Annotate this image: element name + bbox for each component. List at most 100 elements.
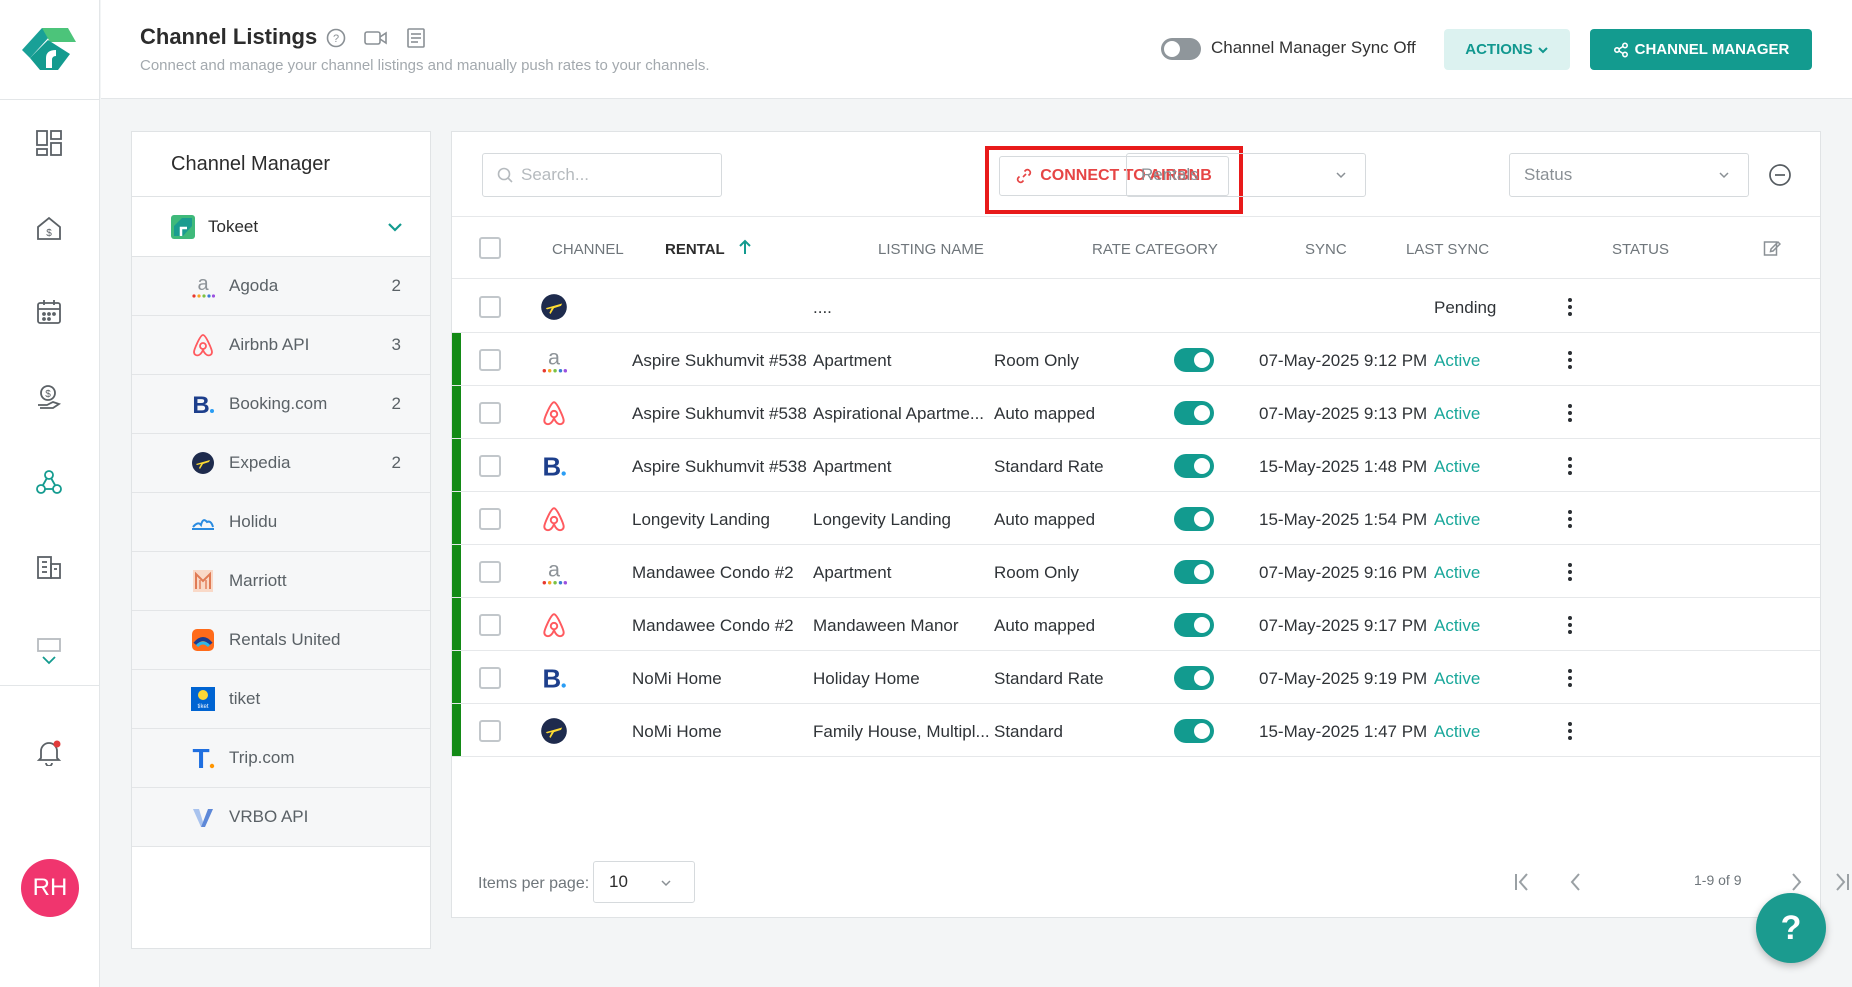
sync-toggle[interactable] <box>1174 400 1214 425</box>
row-menu-kebab-icon[interactable] <box>1562 346 1578 374</box>
status-cell: Active <box>1434 668 1481 688</box>
sort-arrow-up-icon[interactable] <box>738 239 752 255</box>
channels-icon[interactable] <box>33 466 65 498</box>
sidebar-item-rentals-united[interactable]: Rentals United <box>132 611 430 670</box>
column-header-listing-name[interactable]: LISTING NAME <box>878 241 984 258</box>
last-page-icon[interactable] <box>1827 868 1852 896</box>
airbnb-icon <box>539 610 569 640</box>
column-header-last-sync[interactable]: LAST SYNC <box>1406 241 1489 258</box>
row-checkbox[interactable] <box>479 401 501 424</box>
channel-name: Booking.com <box>229 394 328 413</box>
svg-text:B: B <box>543 453 562 479</box>
sync-toggle[interactable] <box>1174 347 1214 372</box>
row-menu-kebab-icon[interactable] <box>1562 452 1578 480</box>
first-page-icon[interactable] <box>1509 868 1537 896</box>
row-checkbox[interactable] <box>479 666 501 689</box>
row-menu-kebab-icon[interactable] <box>1562 664 1578 692</box>
row-checkbox[interactable] <box>479 454 501 477</box>
sidebar-item-holidu[interactable]: Holidu <box>132 493 430 552</box>
row-checkbox[interactable] <box>479 613 501 636</box>
search-box[interactable] <box>482 153 722 197</box>
channel-manager-sync-toggle[interactable] <box>1161 38 1201 60</box>
table-row[interactable]: B Aspire Sukhumvit #538 Apartment Standard … <box>452 439 1820 492</box>
row-menu-kebab-icon[interactable] <box>1562 293 1578 321</box>
row-checkbox[interactable] <box>479 719 501 742</box>
table-row[interactable]: .... Pending <box>452 280 1820 333</box>
column-header-rental[interactable]: RENTAL <box>665 241 725 258</box>
last-sync-cell: 15-May-2025 1:54 PM <box>1259 509 1428 529</box>
sync-toggle[interactable] <box>1174 506 1214 531</box>
avatar[interactable]: RH <box>21 859 79 917</box>
edit-columns-icon[interactable] <box>1763 239 1781 257</box>
rentals-filter[interactable]: Rentals <box>1126 153 1366 197</box>
row-checkbox[interactable] <box>479 295 501 318</box>
row-checkbox[interactable] <box>479 507 501 530</box>
select-all-checkbox[interactable] <box>479 237 501 259</box>
status-filter[interactable]: Status <box>1509 153 1749 197</box>
sync-toggle[interactable] <box>1174 559 1214 584</box>
items-per-page-select[interactable]: 10 <box>593 861 695 903</box>
chevron-down-icon <box>1719 172 1729 179</box>
next-page-icon[interactable] <box>1782 868 1810 896</box>
sidebar-item-expedia[interactable]: Expedia 2 <box>132 434 430 493</box>
document-icon[interactable] <box>403 25 429 51</box>
row-menu-kebab-icon[interactable] <box>1562 399 1578 427</box>
table-row[interactable]: a Aspire Sukhumvit #538 Apartment Room Only… <box>452 333 1820 386</box>
search-input[interactable] <box>521 165 711 185</box>
row-menu-kebab-icon[interactable] <box>1562 558 1578 586</box>
row-checkbox[interactable] <box>479 348 501 371</box>
channel-name: Trip.com <box>229 748 295 767</box>
calendar-icon[interactable] <box>33 296 65 328</box>
table-row[interactable]: NoMi Home Family House, Multipl... Standar… <box>452 704 1820 757</box>
table-row[interactable]: a Mandawee Condo #2 Apartment Room Only 07-M… <box>452 545 1820 598</box>
sync-toggle[interactable] <box>1174 718 1214 743</box>
help-button[interactable]: ? <box>1756 893 1826 963</box>
buildings-icon[interactable] <box>33 551 65 583</box>
tokeet-account-row[interactable]: Tokeet <box>132 197 430 257</box>
last-sync-cell: 07-May-2025 9:13 PM <box>1259 403 1428 423</box>
collapse-minus-icon[interactable] <box>1767 162 1793 188</box>
items-per-page-value: 10 <box>609 872 628 891</box>
sync-toggle[interactable] <box>1174 453 1214 478</box>
sidebar-item-trip[interactable]: T Trip.com <box>132 729 430 788</box>
previous-page-icon[interactable] <box>1562 868 1590 896</box>
sidebar-item-airbnb-api[interactable]: Airbnb API 3 <box>132 316 430 375</box>
column-header-rate-category[interactable]: RATE CATEGORY <box>1092 241 1218 258</box>
agoda-icon: a <box>539 557 569 587</box>
rentals-home-icon[interactable]: $ <box>33 212 65 244</box>
column-header-status[interactable]: STATUS <box>1612 241 1669 258</box>
sidebar-item-agoda[interactable]: a Agoda 2 <box>132 257 430 316</box>
table-row[interactable]: Longevity Landing Longevity Landing Auto m… <box>452 492 1820 545</box>
chevron-down-icon[interactable] <box>386 218 404 236</box>
row-menu-kebab-icon[interactable] <box>1562 717 1578 745</box>
sidebar-item-vrbo-api[interactable]: VRBO API <box>132 788 430 847</box>
status-cell: Active <box>1434 509 1481 529</box>
agoda-icon: a <box>190 273 216 299</box>
table-row[interactable]: Aspire Sukhumvit #538 Aspirational Apartm… <box>452 386 1820 439</box>
tokeet-logo[interactable] <box>20 22 78 76</box>
reports-expand-icon[interactable] <box>33 636 65 668</box>
sidebar-item-tiket[interactable]: tiket tiket <box>132 670 430 729</box>
sync-toggle[interactable] <box>1174 665 1214 690</box>
page-range: 1-9 of 9 <box>1694 872 1742 888</box>
help-circle-icon[interactable]: ? <box>323 25 349 51</box>
channel-manager-label: CHANNEL MANAGER <box>1634 41 1790 58</box>
row-menu-kebab-icon[interactable] <box>1562 505 1578 533</box>
sidebar-item-marriott[interactable]: Marriott <box>132 552 430 611</box>
active-indicator-bar <box>452 386 461 438</box>
table-row[interactable]: B NoMi Home Holiday Home Standard Rate 07-Ma… <box>452 651 1820 704</box>
row-menu-kebab-icon[interactable] <box>1562 611 1578 639</box>
dashboard-icon[interactable] <box>33 127 65 159</box>
actions-button[interactable]: ACTIONS <box>1444 29 1570 70</box>
channel-manager-button[interactable]: CHANNEL MANAGER <box>1590 29 1812 70</box>
video-icon[interactable] <box>363 25 389 51</box>
table-row[interactable]: Mandawee Condo #2 Mandaween Manor Auto map… <box>452 598 1820 651</box>
column-header-channel[interactable]: CHANNEL <box>552 241 624 258</box>
notification-bell-icon[interactable] <box>33 736 65 768</box>
row-checkbox[interactable] <box>479 560 501 583</box>
sidebar-item-booking[interactable]: B Booking.com 2 <box>132 375 430 434</box>
page-subtitle: Connect and manage your channel listings… <box>140 57 710 74</box>
rates-icon[interactable]: $ <box>33 381 65 413</box>
column-header-sync[interactable]: SYNC <box>1305 241 1347 258</box>
sync-toggle[interactable] <box>1174 612 1214 637</box>
